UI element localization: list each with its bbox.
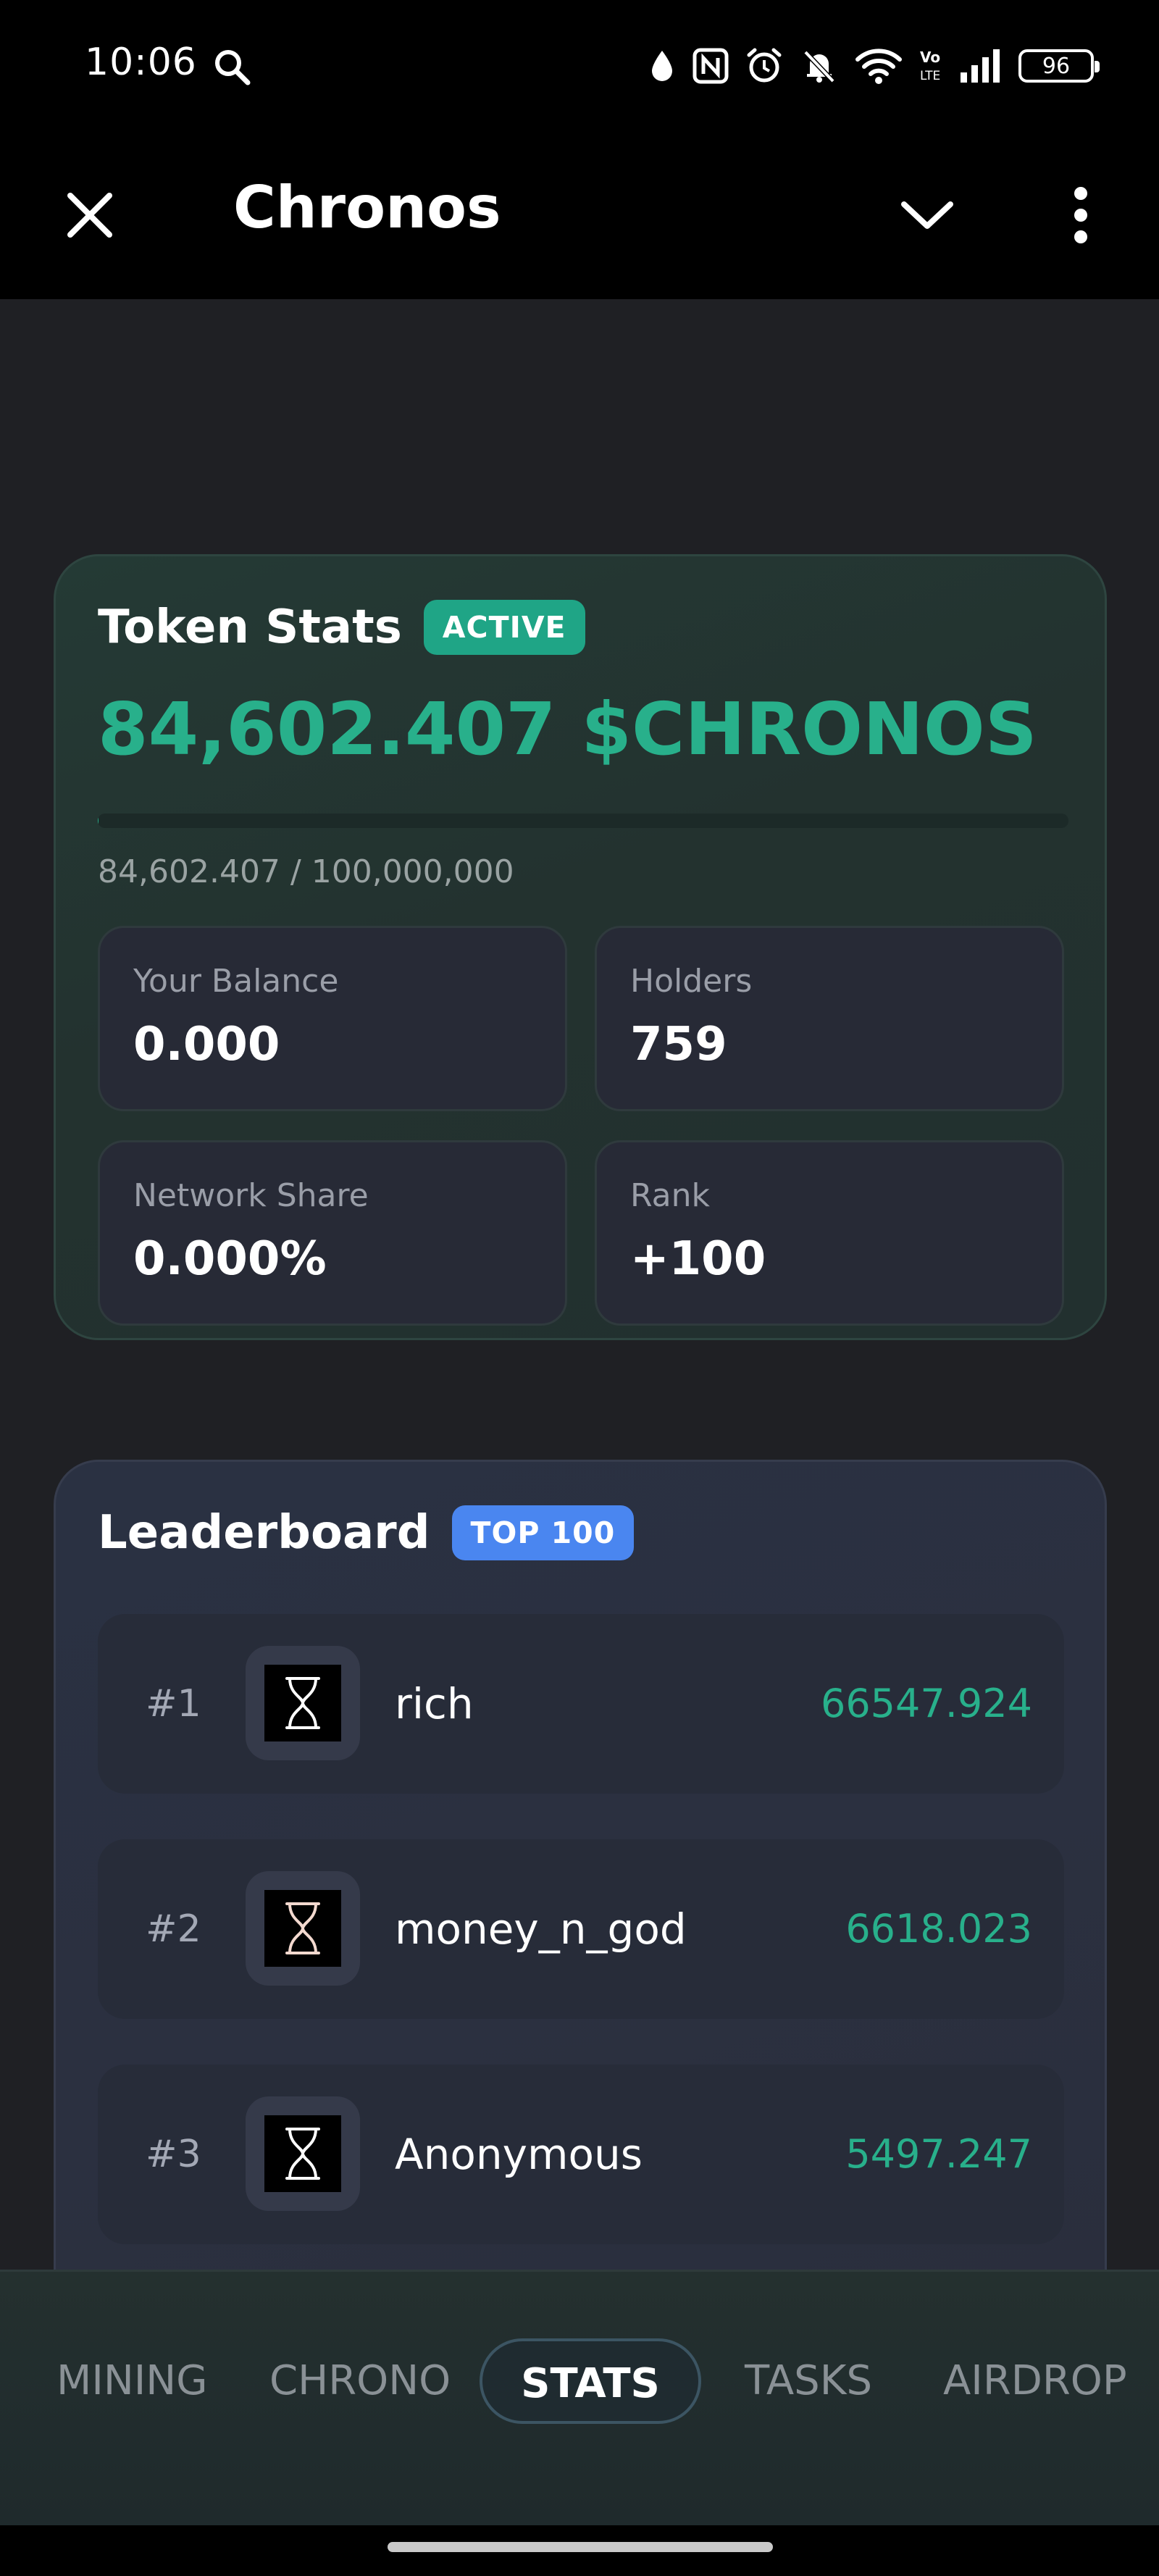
content-scroll-area[interactable]: Token Stats ACTIVE 84,602.407 $CHRONOS 8… xyxy=(0,299,1159,2270)
svg-text:Vo: Vo xyxy=(920,49,940,66)
mute-icon xyxy=(803,50,835,83)
stat-box-holders: Holders 759 xyxy=(595,926,1064,1111)
svg-text:LTE: LTE xyxy=(920,69,940,83)
close-button[interactable] xyxy=(55,180,125,250)
token-stats-title: Token Stats xyxy=(98,601,402,654)
token-stats-card: Token Stats ACTIVE 84,602.407 $CHRONOS 8… xyxy=(54,554,1107,1340)
stat-label: Your Balance xyxy=(133,963,339,1000)
status-icons: Vo LTE 96 xyxy=(648,41,1100,91)
chevron-down-icon xyxy=(901,201,953,229)
nfc-icon xyxy=(693,48,729,84)
top-badge: TOP 100 xyxy=(451,1505,635,1560)
stat-value: 0.000% xyxy=(133,1232,327,1286)
home-indicator[interactable] xyxy=(388,2542,773,2552)
stat-box-rank: Rank +100 xyxy=(595,1140,1064,1326)
token-stats-header: Token Stats ACTIVE xyxy=(98,600,585,655)
status-bar: 10:06 Vo LTE 96 xyxy=(0,0,1159,134)
leaderboard-card: Leaderboard TOP 100 #1 rich 66547.924 #2 xyxy=(54,1460,1107,2270)
stat-value: +100 xyxy=(630,1232,766,1286)
leaderboard-rank: #3 xyxy=(146,2133,201,2176)
stat-box-balance: Your Balance 0.000 xyxy=(98,926,567,1111)
wifi-icon xyxy=(855,49,902,84)
collapse-button[interactable] xyxy=(891,180,963,250)
signal-icon xyxy=(961,49,1000,83)
status-time: 10:06 xyxy=(85,41,197,84)
leaderboard-name: Anonymous xyxy=(395,2130,643,2179)
nav-tab-tasks[interactable]: TASKS xyxy=(745,2338,872,2424)
supply-progress-bar xyxy=(98,814,1068,828)
leaderboard-rank: #1 xyxy=(146,1682,201,1726)
avatar xyxy=(246,2096,360,2211)
data-saver-icon xyxy=(652,51,672,81)
leaderboard-name: money_n_god xyxy=(395,1904,687,1954)
battery-icon: 96 xyxy=(1018,49,1100,83)
hourglass-icon xyxy=(285,1902,320,1954)
leaderboard-header: Leaderboard TOP 100 xyxy=(98,1505,635,1560)
stat-label: Holders xyxy=(630,963,753,1000)
leaderboard-row[interactable]: #1 rich 66547.924 xyxy=(98,1614,1064,1794)
stat-box-network-share: Network Share 0.000% xyxy=(98,1140,567,1326)
leaderboard-score: 6618.023 xyxy=(845,1906,1032,1952)
nav-tab-airdrop[interactable]: AIRDROP xyxy=(943,2338,1127,2424)
leaderboard-name: rich xyxy=(395,1679,474,1728)
bottom-nav: MINING CHRONO STATS TASKS AIRDROP xyxy=(0,2270,1159,2525)
stat-label: Rank xyxy=(630,1177,710,1214)
close-icon xyxy=(67,193,112,238)
more-options-button[interactable] xyxy=(1043,173,1118,257)
hourglass-icon xyxy=(285,2128,320,2180)
stat-label: Network Share xyxy=(133,1177,369,1214)
leaderboard-row[interactable]: #3 Anonymous 5497.247 xyxy=(98,2065,1064,2244)
leaderboard-score: 66547.924 xyxy=(820,1681,1032,1726)
nav-tab-chrono[interactable]: CHRONO xyxy=(269,2338,451,2424)
leaderboard-score: 5497.247 xyxy=(845,2131,1032,2177)
alarm-icon xyxy=(747,48,782,83)
stat-value: 0.000 xyxy=(133,1018,280,1071)
token-amount: 84,602.407 $CHRONOS xyxy=(98,687,1037,771)
supply-progress-fill xyxy=(98,814,99,828)
more-vertical-icon xyxy=(1074,187,1087,243)
avatar xyxy=(246,1646,360,1760)
hourglass-icon xyxy=(285,1677,320,1729)
status-badge: ACTIVE xyxy=(423,600,585,655)
nav-tab-mining[interactable]: MINING xyxy=(57,2338,208,2424)
avatar xyxy=(246,1871,360,1986)
nav-tab-stats[interactable]: STATS xyxy=(480,2338,701,2424)
app-bar: Chronos xyxy=(0,134,1159,299)
leaderboard-row[interactable]: #2 money_n_god 6618.023 xyxy=(98,1839,1064,2019)
search-icon xyxy=(215,50,251,85)
app-title: Chronos xyxy=(233,174,501,241)
volte-icon: Vo LTE xyxy=(920,49,940,83)
supply-text: 84,602.407 / 100,000,000 xyxy=(98,853,514,890)
battery-level: 96 xyxy=(1042,53,1071,79)
leaderboard-rank: #2 xyxy=(146,1907,201,1951)
leaderboard-title: Leaderboard xyxy=(98,1506,430,1560)
stat-value: 759 xyxy=(630,1018,727,1071)
